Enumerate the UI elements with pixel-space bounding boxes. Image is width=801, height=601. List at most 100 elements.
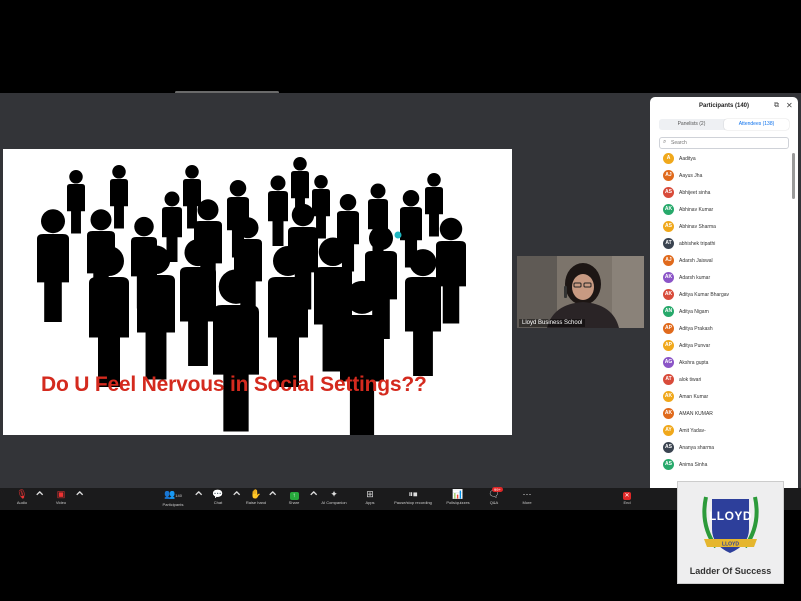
avatar: AY: [663, 425, 674, 436]
avatar: AK: [663, 204, 674, 215]
participant-name: abhishek tripathi: [679, 241, 716, 247]
apps-icon: ⊞: [366, 489, 374, 499]
logo-ribbon-text: LLOYD: [722, 542, 739, 548]
search-icon: ⌕: [663, 139, 667, 145]
participant-name: Adarsh kumar: [679, 275, 711, 281]
participant-row[interactable]: AT alok tiwari: [650, 372, 790, 389]
audio-options-caret[interactable]: ⌃: [33, 488, 46, 510]
participant-row[interactable]: A Aaditya: [650, 151, 790, 168]
avatar: AK: [663, 289, 674, 300]
avatar: AS: [663, 442, 674, 453]
avatar: A: [663, 153, 674, 164]
qa-button[interactable]: 🗨 99+ Q&A: [484, 487, 504, 510]
tab-attendees[interactable]: Attendees (138): [724, 119, 789, 130]
search-box[interactable]: ⌕: [659, 137, 789, 149]
share-button[interactable]: ↑ Share: [284, 488, 304, 510]
person-silhouette: [67, 170, 85, 234]
participant-name: Abhinav Sharma: [679, 224, 716, 230]
participant-row[interactable]: AS Abhinav Sharma: [650, 219, 790, 236]
person-silhouette: [110, 165, 128, 229]
speaker-video: [517, 256, 644, 328]
more-button[interactable]: ⋯ More: [517, 488, 537, 510]
person-silhouette: [183, 165, 201, 229]
participant-name: Anima Sinha: [679, 462, 708, 468]
participant-row[interactable]: AK Adarsh kumar: [650, 270, 790, 287]
participants-label: Participants: [162, 502, 184, 507]
avatar: AP: [663, 323, 674, 334]
participant-row[interactable]: AK AMAN KUMAR: [650, 406, 790, 423]
participant-name: alok tiwari: [679, 377, 702, 383]
avatar: AS: [663, 221, 674, 232]
video-options-caret[interactable]: ⌃: [73, 488, 86, 510]
list-scrollbar[interactable]: [792, 153, 795, 199]
pop-out-icon[interactable]: ⧉: [774, 102, 779, 110]
participants-icon: 👥140: [164, 489, 182, 499]
end-button[interactable]: ✕ End: [617, 488, 637, 510]
avatar: AS: [663, 187, 674, 198]
recording-button[interactable]: ⏸⏹ Pause/stop recording: [388, 488, 438, 510]
share-icon: ↑: [284, 488, 304, 500]
participant-row[interactable]: AY Amit Yadav-: [650, 423, 790, 440]
participant-row[interactable]: AS Ananya sharma: [650, 440, 790, 457]
participant-name: Aditya Nigam: [679, 309, 709, 315]
participant-name: Adarsh Jaiswal: [679, 258, 713, 264]
avatar: AK: [663, 408, 674, 419]
raise-hand-options-caret[interactable]: ⌃: [266, 488, 279, 510]
avatar: AJ: [663, 255, 674, 266]
speaker-video-tile[interactable]: Lloyd Business School: [517, 256, 644, 328]
close-icon[interactable]: ✕: [786, 101, 793, 110]
participant-name: Aditya Punvar: [679, 343, 711, 349]
sparkle-icon: ✦: [330, 489, 338, 499]
end-icon: ✕: [623, 492, 631, 500]
shared-slide: Do U Feel Nervous in Social Settings??: [3, 149, 512, 435]
video-off-icon: ▣: [56, 489, 66, 499]
participant-row[interactable]: AK Aman Kumar: [650, 389, 790, 406]
slide-title: Do U Feel Nervous in Social Settings??: [41, 373, 427, 396]
pause-stop-icon: ⏸⏹: [408, 489, 418, 499]
search-input[interactable]: [671, 139, 781, 147]
participant-row[interactable]: AJ Adarsh Jaiswal: [650, 253, 790, 270]
polls-button[interactable]: 📊 Polls/quizzes: [443, 488, 473, 510]
avatar: AT: [663, 374, 674, 385]
ai-companion-label: AI Companion: [321, 500, 347, 505]
participant-name: Aman Kumar: [679, 394, 709, 400]
participant-row[interactable]: AS Abhijeet sinha: [650, 185, 790, 202]
participant-row[interactable]: AJ Aayus Jha: [650, 168, 790, 185]
participant-row[interactable]: AT abhishek tripathi: [650, 236, 790, 253]
person-silhouette: [37, 209, 69, 322]
more-label: More: [522, 500, 532, 505]
participant-row[interactable]: AN Aditya Nigam: [650, 304, 790, 321]
participant-row[interactable]: AK Abhinav Kumar: [650, 202, 790, 219]
apps-label: Apps: [365, 500, 375, 505]
person-silhouette: [268, 175, 288, 246]
participants-options-caret[interactable]: ⌃: [192, 488, 205, 510]
participant-name: Aditya Prakash: [679, 326, 713, 332]
participants-button[interactable]: 👥140 Participants: [158, 488, 188, 510]
participant-name: Abhinav Kumar: [679, 207, 714, 213]
participant-name: Abhijeet sinha: [679, 190, 711, 196]
participant-row[interactable]: AK Aditya Kumar Bhargav: [650, 287, 790, 304]
chat-button[interactable]: 💬 Chat: [208, 488, 228, 510]
participant-name: Amit Yadav-: [679, 428, 706, 434]
avatar: AK: [663, 391, 674, 402]
participant-row[interactable]: AG Akshra gupta: [650, 355, 790, 372]
chat-icon: 💬: [212, 489, 224, 499]
participant-name: Aayus Jha: [679, 173, 703, 179]
video-button[interactable]: ▣ Video: [51, 488, 71, 510]
avatar: AS: [663, 459, 674, 470]
participant-row[interactable]: AS Anima Sinha: [650, 457, 790, 474]
lloyd-logo: LLOYD LLOYD Ladder Of Success: [677, 481, 784, 584]
pointer-dot: [394, 231, 402, 239]
avatar: AK: [663, 272, 674, 283]
audio-button[interactable]: 🎙 Audio: [12, 488, 32, 510]
person-silhouette: [405, 249, 441, 376]
qa-badge: 99+: [492, 487, 503, 492]
ai-companion-button[interactable]: ✦ AI Companion: [316, 488, 352, 510]
participants-panel: Participants (140) ⧉ ✕ Panelists (2) Att…: [650, 97, 798, 507]
recording-label: Pause/stop recording: [394, 500, 432, 505]
participant-row[interactable]: AP Aditya Prakash: [650, 321, 790, 338]
participant-row[interactable]: AP Aditya Punvar: [650, 338, 790, 355]
share-label: Share: [288, 500, 300, 505]
tab-panelists[interactable]: Panelists (2): [659, 119, 724, 130]
apps-button[interactable]: ⊞ Apps: [360, 488, 380, 510]
